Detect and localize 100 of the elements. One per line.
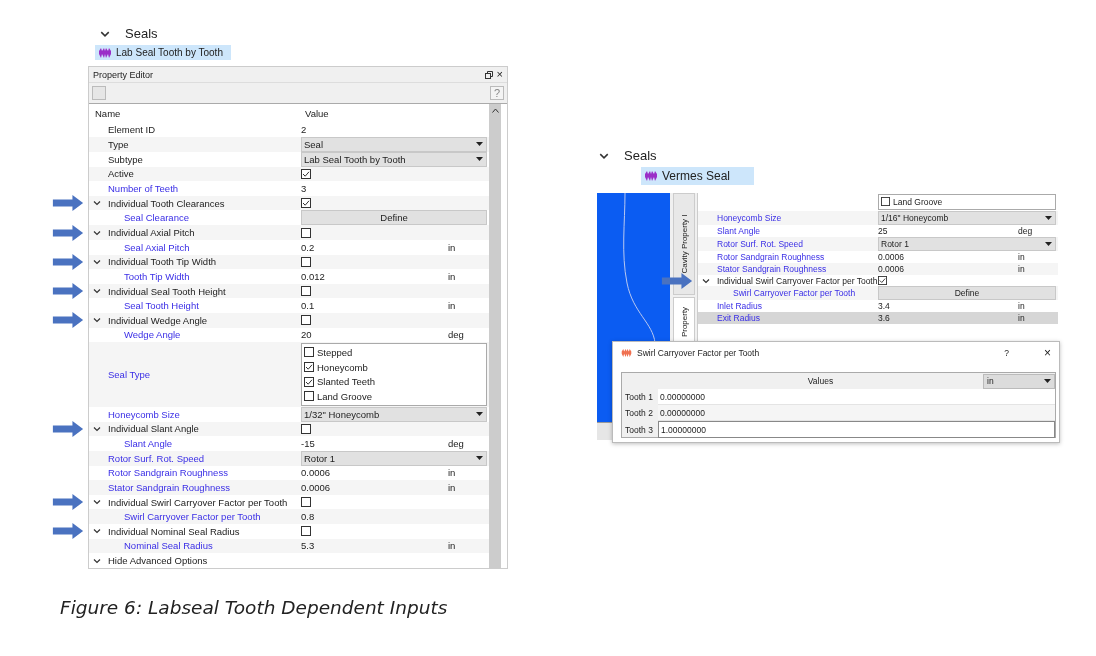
- define-button[interactable]: Define: [301, 210, 487, 226]
- property-row[interactable]: Honeycomb Size 1/32" Honeycomb: [89, 406, 489, 422]
- property-name: Honeycomb Size: [108, 408, 180, 420]
- checkbox[interactable]: [301, 168, 311, 179]
- property-row[interactable]: Rotor Surf. Rot. Speed Rotor 1: [89, 450, 489, 466]
- property-name: Individual Nominal Seal Radius: [108, 525, 240, 537]
- value-dropdown[interactable]: Rotor 1: [301, 450, 487, 466]
- checkbox[interactable]: [304, 347, 314, 358]
- chevron-icon[interactable]: [93, 228, 101, 237]
- property-row[interactable]: Seal Clearance Define: [89, 210, 489, 226]
- tree-group-label[interactable]: Seals: [624, 148, 657, 163]
- property-value: 0.1: [301, 300, 316, 312]
- property-row[interactable]: Seal Tooth Height 0.1 in: [89, 298, 489, 313]
- chevron-icon[interactable]: [93, 556, 101, 565]
- property-row[interactable]: Slant Angle -15 deg: [89, 436, 489, 451]
- property-row[interactable]: Swirl Carryover Factor per Tooth Define: [698, 286, 1058, 301]
- checkbox[interactable]: [301, 497, 311, 508]
- panel-title: Property Editor: [93, 69, 154, 80]
- checkbox[interactable]: [301, 315, 311, 326]
- checkbox[interactable]: [304, 362, 314, 372]
- property-row[interactable]: Active: [89, 166, 489, 182]
- option-label[interactable]: Slanted Teeth: [317, 376, 375, 388]
- property-row[interactable]: Seal Axial Pitch 0.2 in: [89, 239, 489, 255]
- property-row[interactable]: Stator Sandgrain Roughness 0.0006 in: [89, 480, 489, 495]
- row-header: Tooth 1: [624, 392, 654, 402]
- side-tab[interactable]: Cavity Property I: [673, 193, 695, 295]
- property-row[interactable]: Slant Angle 25 deg: [698, 224, 1058, 237]
- property-name: Wedge Angle: [124, 329, 181, 341]
- seal-icon: [645, 171, 657, 181]
- property-row[interactable]: Wedge Angle 20 deg: [89, 327, 489, 343]
- chevron-icon[interactable]: [93, 199, 101, 208]
- checkbox[interactable]: [301, 227, 311, 238]
- table-cell[interactable]: 1.00000000: [658, 421, 1055, 438]
- property-row[interactable]: Individual Swirl Carryover Factor per Tooth: [89, 494, 489, 510]
- property-row[interactable]: Swirl Carryover Factor per Tooth 0.8: [89, 509, 489, 525]
- property-value: 0.012: [301, 270, 326, 282]
- option-label[interactable]: Land Groove: [317, 390, 372, 402]
- unit-label: in: [448, 482, 456, 494]
- property-row[interactable]: Rotor Surf. Rot. Speed Rotor 1: [698, 236, 1058, 251]
- tree-group-label[interactable]: Seals: [125, 26, 158, 41]
- property-value: 25: [878, 225, 889, 236]
- property-row[interactable]: Stator Sandgrain Roughness 0.0006 in: [698, 262, 1058, 275]
- property-row[interactable]: Exit Radius 3.6 in: [698, 312, 1058, 325]
- property-row[interactable]: Subtype Lab Seal Tooth by Tooth: [89, 151, 489, 167]
- chevron-icon[interactable]: [93, 316, 101, 325]
- property-row[interactable]: Number of Teeth 3: [89, 181, 489, 196]
- scrollbar[interactable]: [489, 104, 501, 568]
- property-name: Rotor Sandgrain Roughness: [717, 251, 825, 262]
- property-row[interactable]: Individual Swirl Carryover Factor per Tooth: [698, 274, 1058, 287]
- property-row[interactable]: Nominal Seal Radius 5.3 in: [89, 538, 489, 554]
- property-row[interactable]: Element ID 2: [89, 122, 489, 137]
- tree-item[interactable]: Lab Seal Tooth by Tooth: [95, 45, 231, 60]
- property-name: Active: [108, 168, 134, 180]
- value-dropdown[interactable]: Seal: [301, 136, 487, 152]
- row-header: Tooth 2: [624, 408, 654, 418]
- chevron-icon[interactable]: [702, 276, 710, 285]
- value-dropdown[interactable]: Rotor 1: [878, 236, 1056, 251]
- table-cell[interactable]: 0.00000000: [658, 405, 1055, 421]
- scroll-up-icon[interactable]: [491, 108, 499, 113]
- checkbox[interactable]: [301, 198, 311, 209]
- property-name: Inlet Radius: [717, 301, 762, 312]
- property-row[interactable]: Rotor Sandgrain Roughness 0.0006 in: [698, 250, 1058, 263]
- property-row[interactable]: Honeycomb Size 1/16" Honeycomb: [698, 210, 1058, 225]
- property-row[interactable]: Land Groove: [698, 193, 1058, 211]
- help-button[interactable]: ?: [1004, 348, 1009, 358]
- checkbox[interactable]: [301, 526, 311, 537]
- float-icon[interactable]: [484, 70, 493, 79]
- property-row[interactable]: Individual Nominal Seal Radius: [89, 524, 489, 539]
- property-value: 0.0006: [878, 263, 905, 274]
- option-label[interactable]: Honeycomb: [317, 361, 368, 373]
- unit-dropdown[interactable]: in: [983, 373, 1055, 389]
- property-row[interactable]: Type Seal: [89, 136, 489, 152]
- property-row[interactable]: Hide Advanced Options: [89, 553, 489, 568]
- property-name: Swirl Carryover Factor per Tooth: [124, 511, 261, 523]
- value-dropdown[interactable]: 1/16" Honeycomb: [878, 210, 1056, 225]
- option-label[interactable]: Land Groove: [893, 196, 943, 207]
- checkbox[interactable]: [304, 376, 314, 387]
- checkbox[interactable]: [301, 423, 311, 434]
- checkbox[interactable]: [304, 391, 314, 402]
- checkbox[interactable]: [881, 197, 890, 207]
- chevron-icon[interactable]: [93, 257, 101, 266]
- close-button[interactable]: ×: [496, 69, 503, 80]
- option-label[interactable]: Stepped: [317, 346, 353, 358]
- table-cell[interactable]: 0.00000000: [658, 389, 1055, 405]
- chevron-icon[interactable]: [93, 498, 101, 507]
- chevron-icon[interactable]: [93, 424, 101, 433]
- define-button[interactable]: Define: [878, 286, 1056, 301]
- checkbox[interactable]: [301, 286, 311, 297]
- property-name: Rotor Surf. Rot. Speed: [108, 452, 205, 464]
- chevron-icon[interactable]: [93, 527, 101, 536]
- checkbox[interactable]: [878, 276, 887, 285]
- property-row[interactable]: Rotor Sandgrain Roughness 0.0006 in: [89, 465, 489, 481]
- close-button[interactable]: ×: [1044, 347, 1051, 359]
- property-row[interactable]: Inlet Radius 3.4 in: [698, 300, 1058, 313]
- property-row[interactable]: Seal Type Stepped Honeycomb Slanted Teeth Land Groove: [89, 342, 489, 407]
- property-row[interactable]: Tooth Tip Width 0.012 in: [89, 269, 489, 284]
- chevron-icon[interactable]: [93, 287, 101, 296]
- checkbox[interactable]: [301, 256, 311, 267]
- property-value: 0.0006: [301, 482, 332, 494]
- unit-label: in: [448, 300, 456, 312]
